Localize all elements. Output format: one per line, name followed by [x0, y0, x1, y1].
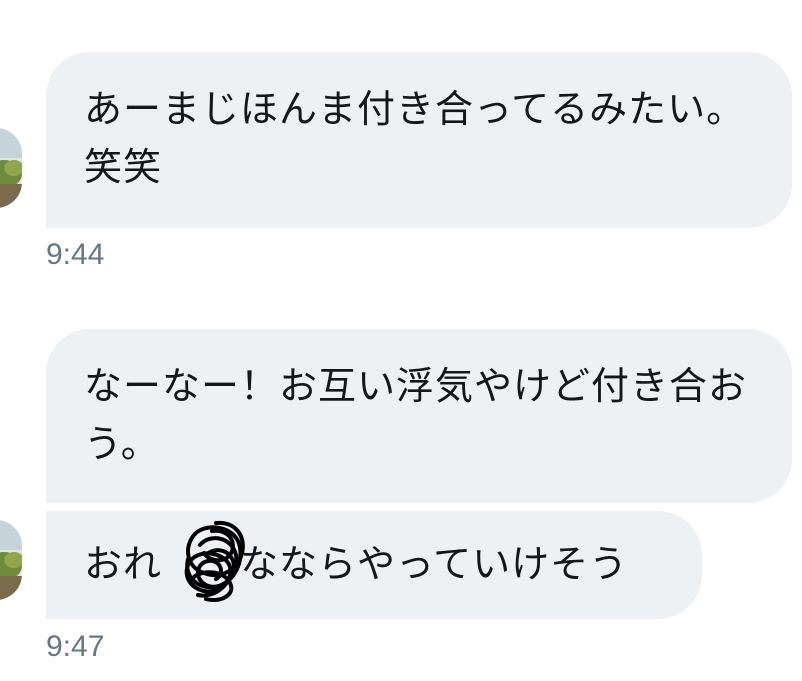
message-text: あーまじほんま付き合ってるみたい。笑笑 — [84, 87, 746, 189]
avatar[interactable] — [0, 128, 22, 208]
message-bubble[interactable]: あーまじほんま付き合ってるみたい。笑笑 — [46, 52, 792, 228]
message-text: おれ なならやっていけそう — [84, 542, 629, 586]
message-bubble[interactable]: おれ なならやっていけそう — [46, 511, 702, 619]
message-text: なーなー！お互い浮気やけど付き合おう。 — [84, 364, 748, 466]
conversation-view: あーまじほんま付き合ってるみたい。笑笑 9:44 なーなー！お互い浮気やけど付き… — [0, 0, 802, 681]
message-bubble[interactable]: なーなー！お互い浮気やけど付き合おう。 — [46, 329, 792, 503]
timestamp: 9:44 — [46, 238, 105, 271]
avatar[interactable] — [0, 520, 22, 600]
timestamp: 9:47 — [46, 630, 105, 663]
